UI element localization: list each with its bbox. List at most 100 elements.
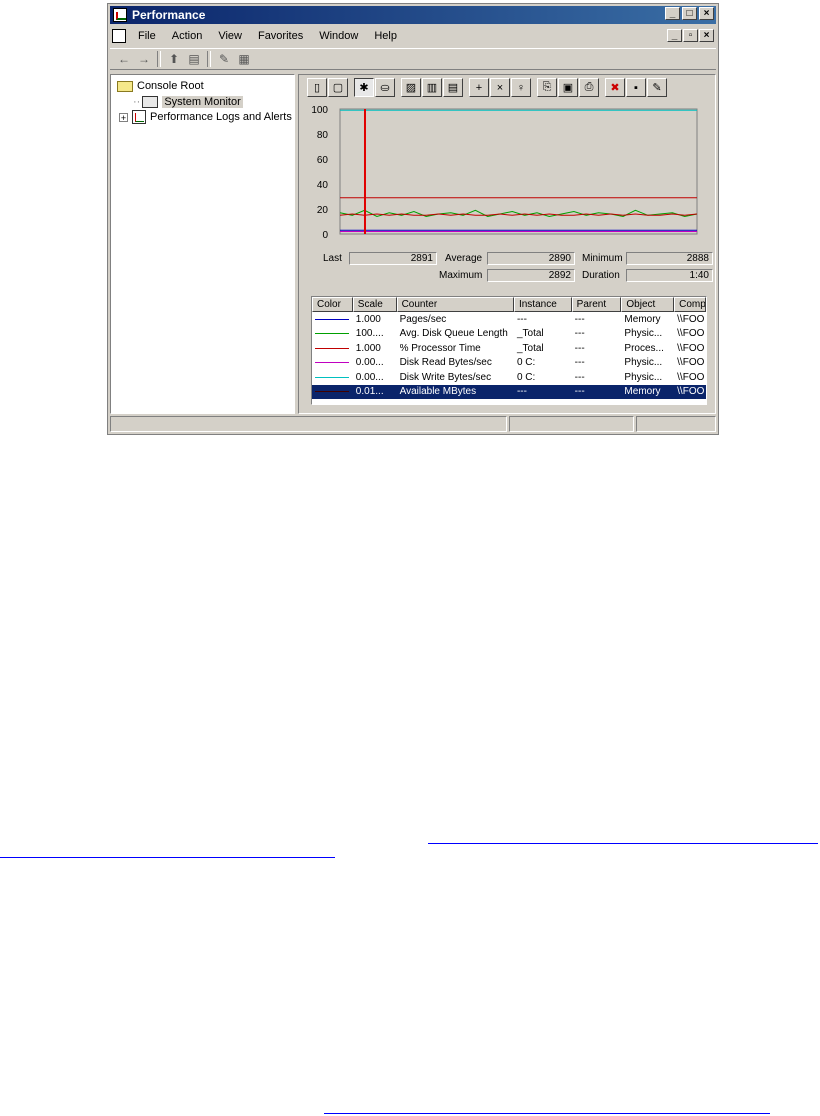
legend-row[interactable]: 1.000 % Processor Time _Total --- Proces... \… [312,341,706,356]
menu-favorites[interactable]: Favorites [250,30,311,42]
back-arrow-icon[interactable]: ← [114,50,134,68]
add-counter-button[interactable]: + [469,78,489,97]
hyperlink-underline[interactable] [428,843,818,844]
y-tick-label: 40 [317,180,329,191]
properties-icon[interactable]: ✎ [214,50,234,68]
system-monitor-pane: ▯ ▢ ✱ ⛀ ▨ ▥ ▤ + × ♀ ⎘ ▣ ⎙ ✖ ▪ ✎ 100 80 60 4… [298,74,716,414]
legend-parent: --- [574,342,585,354]
toolbar-separator [207,51,211,67]
legend-scale: 100.... [355,328,384,340]
legend-instance: _Total [516,342,544,354]
y-tick-label: 60 [317,155,329,166]
legend-row[interactable]: 0.01... Available MBytes --- --- Memory \\FOO [312,384,706,399]
performance-window: Performance _ □ × File Action View Favor… [107,3,719,435]
legend-computer: \\FOO [677,328,705,340]
view-histogram-button[interactable]: ▥ [422,78,442,97]
clear-display-button[interactable]: ▢ [328,78,348,97]
average-value: 2890 [487,252,575,265]
minimize-button[interactable]: _ [665,7,680,20]
value-bar: Last 2891 Average 2890 Minimum 2888 Maxi… [303,251,713,287]
legend-scale: 1.000 [355,342,381,354]
color-line-icon [315,376,349,378]
tree-item-console-root[interactable]: Console Root [117,79,204,93]
menu-window[interactable]: Window [311,30,366,42]
legend-row[interactable]: 1.000 Pages/sec --- --- Memory \\FOO [312,312,706,327]
title-bar[interactable]: Performance _ □ × [110,6,716,24]
legend-color-swatch [312,386,353,397]
view-log-data-button[interactable]: ⛀ [375,78,395,97]
menu-file[interactable]: File [130,30,164,42]
y-tick-label: 100 [311,105,328,116]
column-header-scale[interactable]: Scale [352,297,397,312]
legend-computer: \\FOO [677,386,705,398]
legend-counter: % Processor Time [399,342,481,354]
view-current-activity-button[interactable]: ✱ [354,78,374,97]
minimum-value: 2888 [626,252,713,265]
view-report-button[interactable]: ▤ [443,78,463,97]
freeze-display-button[interactable]: ✖ [605,78,625,97]
legend-computer: \\FOO [677,342,705,354]
maximize-button[interactable]: □ [682,7,697,20]
column-header-computer[interactable]: Comp [674,297,706,312]
y-tick-label: 20 [317,205,329,216]
menu-view[interactable]: View [210,30,250,42]
show-hide-tree-icon[interactable]: ▤ [184,50,204,68]
column-header-parent[interactable]: Parent [571,297,622,312]
counter-legend[interactable]: Color Scale Counter Instance Parent Obje… [311,296,707,405]
expand-icon[interactable]: + [119,112,128,122]
column-header-color[interactable]: Color [312,297,353,312]
legend-counter: Disk Write Bytes/sec [399,371,492,383]
color-line-icon [315,333,349,335]
hyperlink-underline[interactable] [324,1113,770,1114]
help-button[interactable]: ✎ [647,78,667,97]
copy-properties-button[interactable]: ⎘ [537,78,557,97]
legend-counter: Disk Read Bytes/sec [399,357,492,369]
legend-rows: 1.000 Pages/sec --- --- Memory \\FOO 100.... Av… [312,312,706,399]
legend-row[interactable]: 0.00... Disk Write Bytes/sec 0 C: --- Physic… [312,370,706,385]
hyperlink-underline[interactable] [0,857,335,858]
maximum-value: 2892 [487,269,575,282]
legend-computer: \\FOO [677,371,705,383]
main-toolbar: ← → ⬆ ▤ ✎ ▦ [110,48,716,70]
duration-label: Duration [582,270,620,281]
mdi-system-menu-icon[interactable] [112,29,126,43]
menu-help[interactable]: Help [366,30,405,42]
column-header-object[interactable]: Object [621,297,675,312]
legend-object: Proces... [624,342,664,354]
legend-header: Color Scale Counter Instance Parent Obje… [312,297,706,312]
properties-button[interactable]: ⎙ [579,78,599,97]
help-icon[interactable]: ▦ [234,50,254,68]
column-header-instance[interactable]: Instance [513,297,572,312]
new-counter-set-button[interactable]: ▯ [307,78,327,97]
menu-action[interactable]: Action [164,30,211,42]
highlight-button[interactable]: ♀ [511,78,531,97]
column-header-counter[interactable]: Counter [396,297,514,312]
last-label: Last [323,253,342,264]
view-graph-button[interactable]: ▨ [401,78,421,97]
status-pane-main [110,416,507,432]
maximum-label: Maximum [439,270,483,281]
up-level-icon[interactable]: ⬆ [164,50,184,68]
update-data-button[interactable]: ▪ [626,78,646,97]
legend-row[interactable]: 100.... Avg. Disk Queue Length _Total --- Ph… [312,327,706,342]
paste-counter-list-button[interactable]: ▣ [558,78,578,97]
mdi-minimize-button[interactable]: _ [667,29,682,42]
mdi-close-button[interactable]: × [699,29,714,42]
tree-item-system-monitor[interactable]: ·· System Monitor [133,95,243,109]
tree-item-performance-logs[interactable]: + Performance Logs and Alerts [119,110,292,124]
legend-instance: --- [516,313,527,325]
performance-graph[interactable]: 100 80 60 40 20 0 [303,103,709,248]
menu-bar: File Action View Favorites Window Help _… [110,26,716,46]
y-tick-label: 80 [317,130,329,141]
delete-counter-button[interactable]: × [490,78,510,97]
legend-row[interactable]: 0.00... Disk Read Bytes/sec 0 C: --- Physic.… [312,356,706,371]
color-line-icon [315,347,349,349]
minimum-label: Minimum [582,253,623,264]
legend-instance: 0 C: [516,371,536,383]
forward-arrow-icon[interactable]: → [134,50,154,68]
mdi-restore-button[interactable]: ▫ [683,29,698,42]
console-tree[interactable]: Console Root ·· System Monitor + Perform… [110,74,295,414]
system-monitor-toolbar: ▯ ▢ ✱ ⛀ ▨ ▥ ▤ + × ♀ ⎘ ▣ ⎙ ✖ ▪ ✎ [307,78,668,97]
close-button[interactable]: × [699,7,714,20]
performance-app-icon[interactable] [113,8,127,22]
